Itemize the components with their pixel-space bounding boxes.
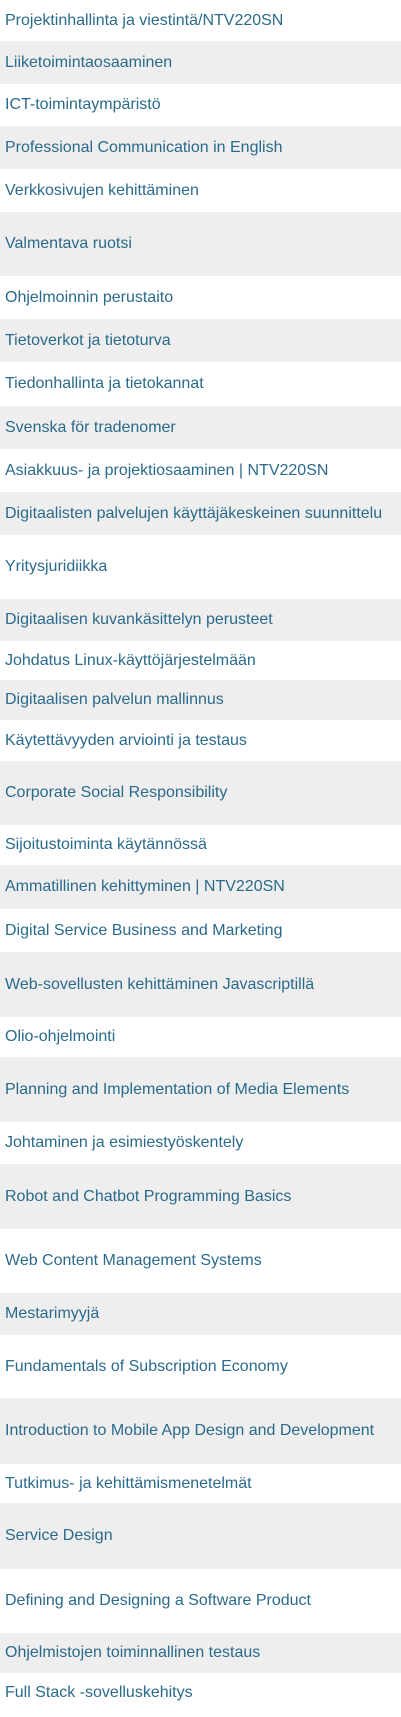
course-link[interactable]: Corporate Social Responsibility xyxy=(5,783,227,803)
course-row: Digitaalisen palvelun mallinnus xyxy=(0,680,401,720)
course-link[interactable]: Olio-ohjelmointi xyxy=(5,1027,115,1047)
course-row: Tutkimus- ja kehittämismenetelmät xyxy=(0,1464,401,1503)
course-row: Fundamentals of Subscription Economy xyxy=(0,1335,401,1398)
course-link[interactable]: Full Stack -sovelluskehitys xyxy=(5,1683,193,1703)
course-row: Corporate Social Responsibility xyxy=(0,761,401,825)
course-link[interactable]: Tiedonhallinta ja tietokannat xyxy=(5,374,204,394)
course-link[interactable]: Digital Service Business and Marketing xyxy=(5,921,282,941)
course-row: Professional Communication in English xyxy=(0,126,401,169)
course-link[interactable]: Ohjelmoinnin perustaito xyxy=(5,288,173,308)
course-row: Sijoitustoiminta käytännössä xyxy=(0,825,401,865)
course-link[interactable]: Defining and Designing a Software Produc… xyxy=(5,1591,311,1611)
course-link[interactable]: Tietoverkot ja tietoturva xyxy=(5,331,171,351)
course-row: Käytettävyyden arviointi ja testaus xyxy=(0,720,401,761)
course-row: Ohjelmoinnin perustaito xyxy=(0,276,401,319)
course-link[interactable]: Tutkimus- ja kehittämismenetelmät xyxy=(5,1474,252,1494)
course-link[interactable]: Planning and Implementation of Media Ele… xyxy=(5,1080,349,1100)
course-link[interactable]: Sijoitustoiminta käytännössä xyxy=(5,835,207,855)
course-row: Valmentava ruotsi xyxy=(0,212,401,276)
course-row: Digitaalisen kuvankäsittelyn perusteet xyxy=(0,599,401,641)
course-row: Svenska för tradenomer xyxy=(0,406,401,449)
course-link[interactable]: Digitaalisen kuvankäsittelyn perusteet xyxy=(5,610,273,630)
course-link[interactable]: Robot and Chatbot Programming Basics xyxy=(5,1187,291,1207)
course-row: ICT-toimintaympäristö xyxy=(0,84,401,126)
course-link[interactable]: Mestarimyyjä xyxy=(5,1304,99,1324)
course-link[interactable]: Johdatus Linux-käyttöjärjestelmään xyxy=(5,651,256,671)
course-link[interactable]: Valmentava ruotsi xyxy=(5,234,132,254)
course-row: Web Content Management Systems xyxy=(0,1229,401,1293)
course-row: Ammatillinen kehittyminen | NTV220SN xyxy=(0,865,401,909)
course-link[interactable]: ICT-toimintaympäristö xyxy=(5,95,161,115)
course-link[interactable]: Web-sovellusten kehittäminen Javascripti… xyxy=(5,975,314,995)
course-row: Planning and Implementation of Media Ele… xyxy=(0,1057,401,1122)
course-link[interactable]: Svenska för tradenomer xyxy=(5,418,176,438)
course-link[interactable]: Asiakkuus- ja projektiosaaminen | NTV220… xyxy=(5,461,328,481)
course-link[interactable]: Web Content Management Systems xyxy=(5,1251,262,1271)
course-row: Liiketoimintaosaaminen xyxy=(0,41,401,84)
course-link[interactable]: Professional Communication in English xyxy=(5,138,282,158)
course-row: Full Stack -sovelluskehitys xyxy=(0,1673,401,1712)
course-row: Verkkosivujen kehittäminen xyxy=(0,169,401,212)
course-link[interactable]: Verkkosivujen kehittäminen xyxy=(5,181,199,201)
course-link[interactable]: Ohjelmistojen toiminnallinen testaus xyxy=(5,1643,260,1663)
course-row: Mestarimyyjä xyxy=(0,1293,401,1335)
course-row: Yritysjuridiikka xyxy=(0,535,401,599)
course-link[interactable]: Service Design xyxy=(5,1526,113,1546)
course-link[interactable]: Digitaalisen palvelun mallinnus xyxy=(5,690,224,710)
course-row: Tiedonhallinta ja tietokannat xyxy=(0,362,401,406)
course-row: Tietoverkot ja tietoturva xyxy=(0,319,401,362)
course-row: Olio-ohjelmointi xyxy=(0,1017,401,1057)
course-link[interactable]: Fundamentals of Subscription Economy xyxy=(5,1357,288,1377)
course-row: Digitaalisten palvelujen käyttäjäkeskein… xyxy=(0,492,401,535)
course-row: Digital Service Business and Marketing xyxy=(0,909,401,952)
course-row: Asiakkuus- ja projektiosaaminen | NTV220… xyxy=(0,449,401,492)
course-row: Johdatus Linux-käyttöjärjestelmään xyxy=(0,641,401,680)
course-row: Service Design xyxy=(0,1503,401,1569)
course-link[interactable]: Projektinhallinta ja viestintä/NTV220SN xyxy=(5,11,283,31)
course-link[interactable]: Käytettävyyden arviointi ja testaus xyxy=(5,731,247,751)
course-row: Defining and Designing a Software Produc… xyxy=(0,1569,401,1633)
course-link[interactable]: Introduction to Mobile App Design and De… xyxy=(5,1421,374,1441)
course-link[interactable]: Liiketoimintaosaaminen xyxy=(5,53,172,73)
course-row: Johtaminen ja esimiestyöskentely xyxy=(0,1122,401,1164)
course-link[interactable]: Digitaalisten palvelujen käyttäjäkeskein… xyxy=(5,504,382,524)
course-row: Projektinhallinta ja viestintä/NTV220SN xyxy=(0,0,401,41)
course-link[interactable]: Ammatillinen kehittyminen | NTV220SN xyxy=(5,877,285,897)
course-list: Projektinhallinta ja viestintä/NTV220SN … xyxy=(0,0,401,1712)
course-link[interactable]: Johtaminen ja esimiestyöskentely xyxy=(5,1133,243,1153)
course-row: Web-sovellusten kehittäminen Javascripti… xyxy=(0,952,401,1017)
course-row: Robot and Chatbot Programming Basics xyxy=(0,1164,401,1229)
course-row: Introduction to Mobile App Design and De… xyxy=(0,1398,401,1464)
course-row: Ohjelmistojen toiminnallinen testaus xyxy=(0,1633,401,1673)
course-link[interactable]: Yritysjuridiikka xyxy=(5,557,107,577)
